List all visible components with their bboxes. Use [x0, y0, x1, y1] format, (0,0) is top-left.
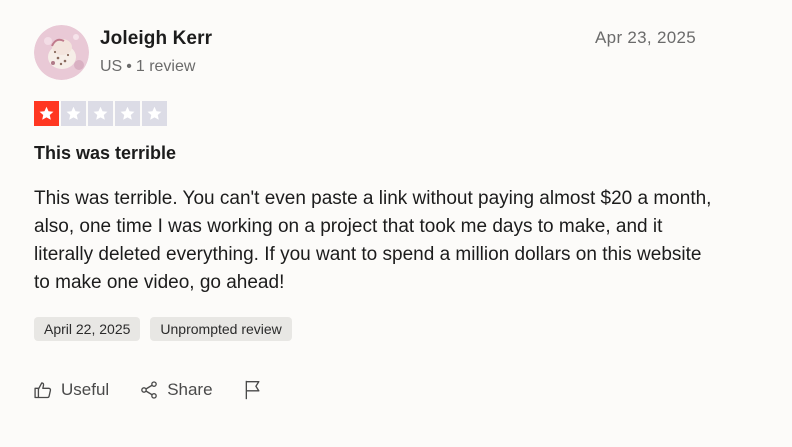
- avatar-image: [34, 25, 89, 80]
- review-body: This was terrible. You can't even paste …: [34, 188, 712, 293]
- star-icon-empty: [142, 101, 167, 126]
- share-button[interactable]: Share: [139, 380, 213, 400]
- thumbs-up-icon: [34, 382, 52, 399]
- star-icon-empty: [88, 101, 113, 126]
- star-icon-empty: [61, 101, 86, 126]
- flag-icon: [245, 380, 260, 400]
- share-icon: [141, 381, 158, 399]
- avatar[interactable]: [34, 25, 89, 80]
- review-date: Apr 23, 2025: [595, 28, 696, 47]
- report-button[interactable]: [243, 379, 263, 401]
- useful-label: Useful: [61, 380, 110, 399]
- experience-date-badge: April 22, 2025: [34, 317, 141, 341]
- review-count: 1 review: [135, 58, 196, 75]
- review-title: This was terrible: [34, 143, 177, 163]
- unprompted-review-badge[interactable]: Unprompted review: [150, 317, 292, 341]
- reviewer-name[interactable]: Joleigh Kerr: [100, 28, 212, 50]
- review-card: Joleigh Kerr US • 1 review Apr 23, 2025 Th…: [0, 0, 792, 447]
- star-icon-empty: [115, 101, 140, 126]
- review-tags: April 22, 2025 Unprompted review: [34, 317, 292, 341]
- share-label: Share: [167, 380, 213, 399]
- reviewer-meta: US • 1 review: [100, 58, 195, 76]
- star-rating: [34, 101, 167, 126]
- review-actions: Useful Share: [33, 379, 293, 401]
- star-icon-filled: [34, 101, 59, 126]
- meta-separator: •: [126, 58, 132, 75]
- useful-button[interactable]: Useful: [33, 380, 109, 400]
- reviewer-country: US: [100, 58, 123, 75]
